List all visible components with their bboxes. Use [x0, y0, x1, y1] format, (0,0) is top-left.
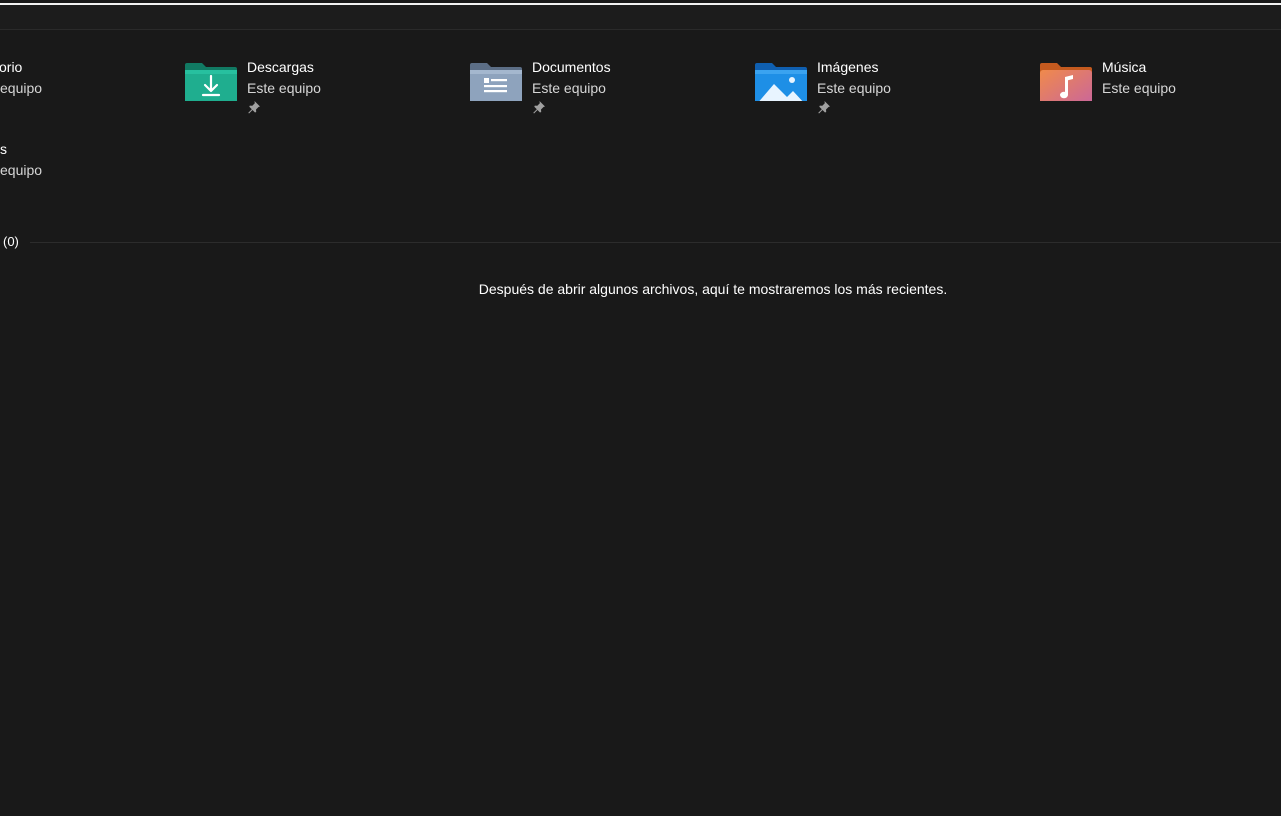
quick-access-item-documents[interactable]: Documentos Este equipo	[469, 57, 669, 114]
toolbar-divider	[0, 29, 1281, 30]
section-divider	[30, 242, 1281, 243]
quick-access-item-pictures[interactable]: Imágenes Este equipo	[754, 57, 954, 114]
quick-access-item-title: Música	[1102, 59, 1147, 75]
quick-access-item-subtitle: Este equipo	[817, 80, 891, 96]
quick-access-item-subtitle: Este equipo	[247, 80, 321, 96]
quick-access-item-music[interactable]: Música Este equipo	[1039, 57, 1239, 113]
quick-access-item-subtitle: Este equipo	[532, 80, 606, 96]
downloads-folder-icon	[185, 63, 237, 101]
pin-icon	[533, 101, 545, 114]
quick-access-item-subtitle: equipo	[0, 80, 43, 96]
pin-icon	[818, 101, 830, 114]
documents-folder-icon	[470, 63, 522, 101]
quick-access-item-title: orio	[0, 59, 23, 75]
quick-access-item-title: Imágenes	[817, 59, 879, 75]
pictures-folder-icon	[755, 63, 807, 101]
music-folder-icon	[1040, 63, 1092, 101]
recent-section-header[interactable]: (0)	[3, 232, 19, 252]
quick-access-item-partial[interactable]: s equipo	[0, 139, 42, 181]
toolbar-strip	[0, 5, 1281, 29]
quick-access-item-subtitle: equipo	[0, 162, 43, 178]
quick-access-item-partial[interactable]: orio equipo	[0, 57, 42, 99]
quick-access-item-downloads[interactable]: Descargas Este equipo	[184, 57, 384, 114]
quick-access-item-title: Descargas	[247, 59, 314, 75]
quick-access-item-subtitle: Este equipo	[1102, 80, 1176, 96]
pin-icon	[248, 101, 260, 114]
recent-empty-message: Después de abrir algunos archivos, aquí …	[478, 281, 948, 297]
quick-access-item-title: Documentos	[532, 59, 611, 75]
quick-access-item-title: s	[0, 141, 7, 157]
